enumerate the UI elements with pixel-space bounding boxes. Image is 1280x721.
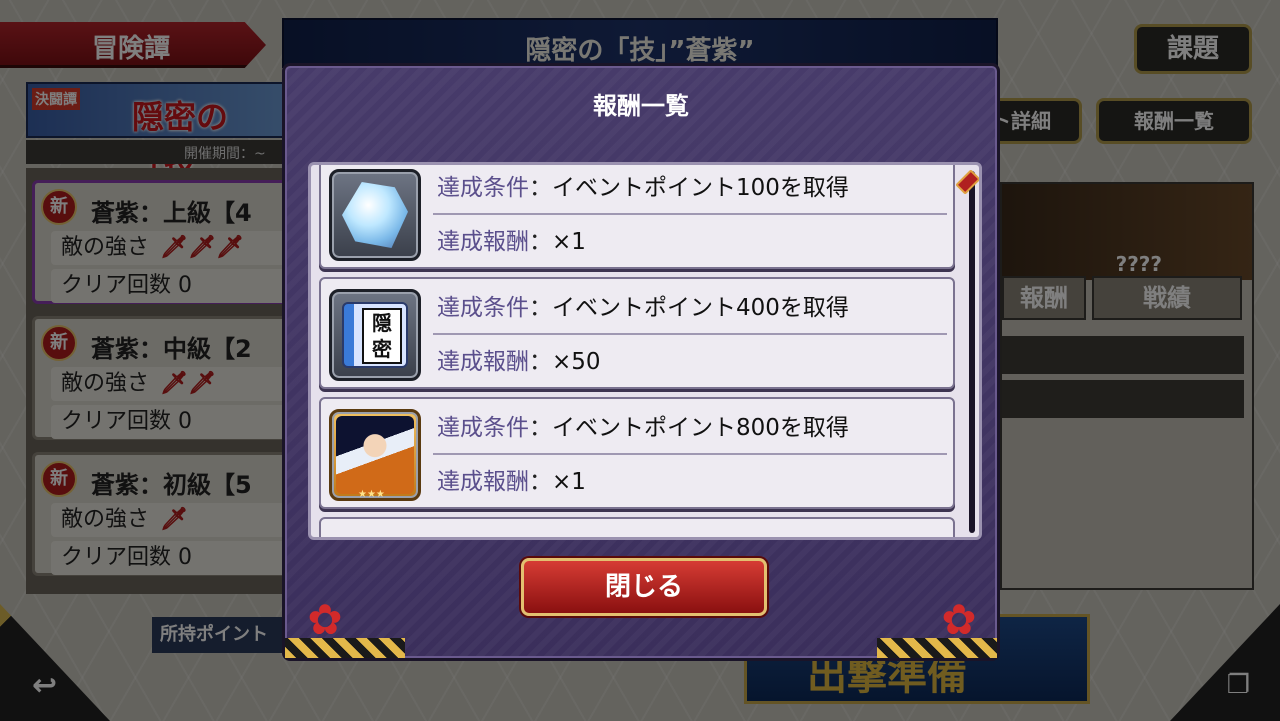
divider [433,333,947,335]
reward-item: ★★★ 達成条件：イベントポイント800を取得 達成報酬：×1 [319,397,955,509]
reward-label: 達成報酬 [437,469,529,495]
condition-label: 達成条件 [437,175,529,201]
divider [433,453,947,455]
colon: ： [529,349,552,375]
reward-item: 隠密 達成条件：イベントポイント400を取得 達成報酬：×50 [319,277,955,389]
reward-value: ×1 [552,469,586,495]
colon: ： [529,415,552,441]
condition-label: 達成条件 [437,415,529,441]
condition-label: 達成条件 [437,295,529,321]
divider [433,213,947,215]
reward-line: 達成報酬：×50 [437,341,601,383]
condition-value: イベントポイント100を取得 [552,175,849,201]
reward-line: 達成報酬：×1 [437,461,586,503]
reward-label: 達成報酬 [437,229,529,255]
decorative-stripe [877,638,997,658]
scroll-icon: 隠密 [329,289,421,381]
condition-value: イベントポイント800を取得 [552,415,849,441]
rewards-modal: 報酬一覧 達成条件：イベントポイント100を取得 達成報酬：×1 隠密 達成条件… [282,63,1000,661]
scrollbar-thumb[interactable] [955,169,979,195]
colon: ： [529,175,552,201]
colon: ： [529,229,552,255]
condition-line: 達成条件：イベントポイント100を取得 [437,167,849,209]
crystal-icon [329,169,421,261]
crystal-image [342,182,408,248]
reward-label: 達成報酬 [437,349,529,375]
scroll-image: 隠密 [342,302,408,368]
scrollbar[interactable] [955,169,979,533]
condition-line: 達成条件：イベントポイント400を取得 [437,287,849,329]
reward-list[interactable]: 達成条件：イベントポイント100を取得 達成報酬：×1 隠密 達成条件：イベント… [308,162,982,540]
character-image [336,416,414,494]
decorative-stripe [285,638,405,658]
reward-value: ×50 [552,349,601,375]
flower-icon: ✿ [941,595,977,644]
flower-icon: ✿ [307,595,343,644]
reward-value: ×1 [552,229,586,255]
scroll-text: 隠密 [362,308,402,364]
reward-line: 達成報酬：×1 [437,221,586,263]
reward-item [319,517,955,537]
character-icon: ★★★ [329,409,421,501]
star-rating-icon: ★★★ [358,489,385,500]
condition-value: イベントポイント400を取得 [552,295,849,321]
modal-title: 報酬一覧 [593,92,689,120]
reward-item: 達成条件：イベントポイント100を取得 達成報酬：×1 [319,165,955,269]
close-button[interactable]: 閉じる [521,558,767,616]
condition-line: 達成条件：イベントポイント800を取得 [437,407,849,449]
colon: ： [529,295,552,321]
colon: ： [529,469,552,495]
